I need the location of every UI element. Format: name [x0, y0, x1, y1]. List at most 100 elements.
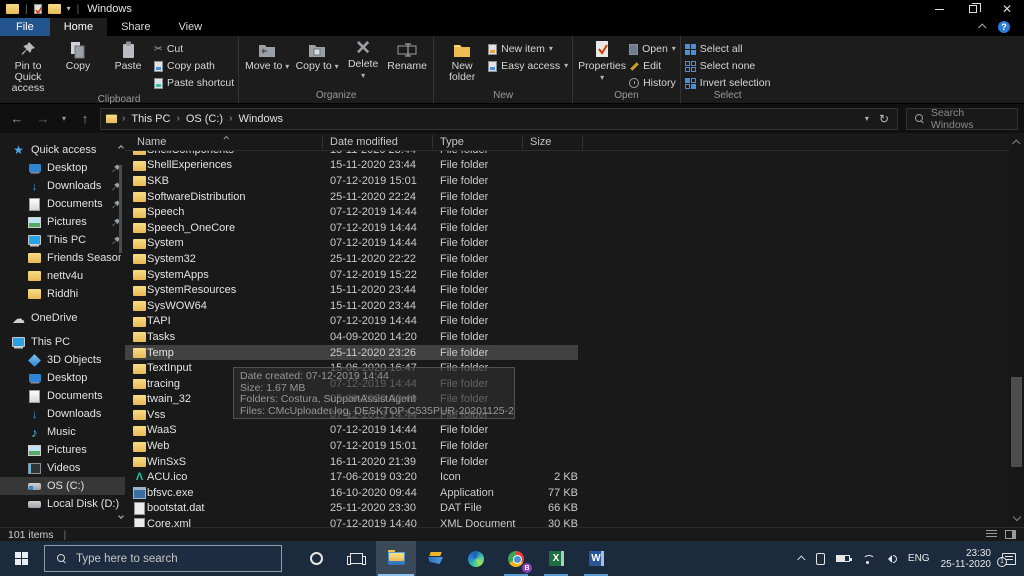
paste-button[interactable]: Paste — [104, 38, 152, 72]
taskbar-app-app-blue[interactable] — [416, 541, 456, 576]
qat-dropdown-icon[interactable]: ▾ — [67, 5, 71, 13]
forward-button[interactable]: → — [32, 111, 54, 126]
breadcrumb-os-c[interactable]: OS (C:) — [184, 113, 225, 125]
sidebar-item-desktop[interactable]: Desktop — [0, 369, 125, 387]
column-header-name[interactable]: Name — [137, 136, 166, 148]
sidebar-item-pictures[interactable]: Pictures — [0, 441, 125, 459]
file-row-systemresources[interactable]: SystemResources15-11-2020 23:44File fold… — [125, 282, 1024, 298]
breadcrumb[interactable]: › This PC › OS (C:) › Windows ▾ ↻ — [100, 108, 898, 130]
sidebar-item-nettv4u[interactable]: nettv4u — [0, 267, 125, 285]
taskbar-app-word[interactable]: W — [576, 541, 616, 576]
file-row-tasks[interactable]: Tasks04-09-2020 14:20File folder — [125, 329, 1024, 345]
tab-share[interactable]: Share — [107, 18, 164, 36]
tab-home[interactable]: Home — [50, 18, 107, 36]
file-row-acu-ico[interactable]: ACU.ico17-06-2019 03:20Icon2 KB — [125, 469, 1024, 485]
sidebar-item-documents[interactable]: Documents — [0, 387, 125, 405]
file-row-systemapps[interactable]: SystemApps07-12-2019 15:22File folder — [125, 267, 1024, 283]
taskbar-app-file-explorer[interactable] — [376, 541, 416, 576]
column-header-size[interactable]: Size — [530, 136, 551, 148]
device-icon[interactable] — [816, 553, 825, 565]
breadcrumb-windows[interactable]: Windows — [236, 113, 285, 125]
cut-button[interactable]: ✂Cut — [154, 42, 234, 56]
minimize-button[interactable] — [922, 0, 956, 18]
sidebar-item-pictures[interactable]: Pictures — [0, 213, 125, 231]
file-row-core-xml[interactable]: Core.xml07-12-2019 14:40XML Document30 K… — [125, 516, 1024, 527]
file-row-bootstat-dat[interactable]: bootstat.dat25-11-2020 23:30DAT File66 K… — [125, 501, 1024, 517]
taskbar-app-edge[interactable] — [456, 541, 496, 576]
column-header-type[interactable]: Type — [440, 136, 464, 148]
file-row-tapi[interactable]: TAPI07-12-2019 14:44File folder — [125, 314, 1024, 330]
start-button[interactable] — [0, 541, 44, 576]
select-none-button[interactable]: Select none — [685, 59, 771, 73]
qat-new-folder-icon[interactable] — [48, 3, 61, 16]
recent-locations-icon[interactable]: ▾ — [58, 114, 70, 123]
list-scrollbar[interactable] — [1009, 133, 1024, 527]
easy-access-button[interactable]: Easy access ▾ — [488, 59, 568, 73]
taskbar-app-task-view[interactable] — [336, 541, 376, 576]
qat-properties-icon[interactable] — [34, 4, 42, 14]
sidebar-item-downloads[interactable]: Downloads — [0, 177, 125, 195]
properties-button[interactable]: Properties▾ — [577, 38, 627, 83]
new-folder-button[interactable]: New folder — [438, 38, 486, 83]
file-row-shellexperiences[interactable]: ShellExperiences15-11-2020 23:44File fol… — [125, 158, 1024, 174]
move-to-button[interactable]: Move to ▾ — [243, 38, 291, 72]
tab-view[interactable]: View — [164, 18, 216, 36]
copy-to-button[interactable]: Copy to ▾ — [293, 38, 341, 72]
search-input[interactable]: Search Windows — [906, 108, 1018, 130]
file-row-bfsvc-exe[interactable]: bfsvc.exe16-10-2020 09:44Application77 K… — [125, 485, 1024, 501]
new-item-button[interactable]: New item ▾ — [488, 42, 568, 56]
file-row-waas[interactable]: WaaS07-12-2019 14:44File folder — [125, 423, 1024, 439]
breadcrumb-this-pc[interactable]: This PC — [129, 113, 172, 125]
sidebar-item-3d-objects[interactable]: 3D Objects — [0, 351, 125, 369]
taskbar-app-browser-b[interactable]: B — [496, 541, 536, 576]
file-row-shellcomponents[interactable]: ShellComponents15-11-2020 23:44File fold… — [125, 151, 1024, 158]
volume-icon[interactable] — [886, 555, 897, 563]
sidebar-item-onedrive[interactable]: OneDrive — [0, 309, 125, 327]
close-button[interactable]: ✕ — [990, 0, 1024, 18]
delete-button[interactable]: ✕ Delete▾ — [343, 38, 383, 81]
large-icons-view-button[interactable] — [1005, 530, 1016, 539]
sidebar-item-friends-season-3[interactable]: Friends Season 3 — [0, 249, 125, 267]
address-dropdown-icon[interactable]: ▾ — [865, 115, 869, 123]
tab-file[interactable]: File — [0, 18, 50, 36]
file-row-winsxs[interactable]: WinSxS16-11-2020 21:39File folder — [125, 454, 1024, 470]
notification-center-icon[interactable]: 1 — [1002, 553, 1016, 565]
battery-icon[interactable] — [836, 555, 850, 562]
sidebar-item-documents[interactable]: Documents — [0, 195, 125, 213]
tray-expand-icon[interactable] — [797, 555, 805, 563]
sidebar-item-os-c[interactable]: OS (C:) — [0, 477, 125, 495]
sidebar-item-music[interactable]: Music — [0, 423, 125, 441]
help-icon[interactable]: ? — [998, 21, 1010, 33]
file-row-web[interactable]: Web07-12-2019 15:01File folder — [125, 438, 1024, 454]
file-row-syswow64[interactable]: SysWOW6415-11-2020 23:44File folder — [125, 298, 1024, 314]
wifi-icon[interactable] — [861, 554, 875, 564]
invert-selection-button[interactable]: Invert selection — [685, 76, 771, 90]
list-scrollbar-thumb[interactable] — [1011, 377, 1022, 467]
sidebar-item-local-disk-d[interactable]: Local Disk (D:) — [0, 495, 125, 513]
language-indicator[interactable]: ENG — [908, 553, 930, 564]
file-row-system32[interactable]: System3225-11-2020 22:22File folder — [125, 251, 1024, 267]
copy-path-button[interactable]: Copy path — [154, 59, 234, 73]
file-row-skb[interactable]: SKB07-12-2019 15:01File folder — [125, 173, 1024, 189]
copy-button[interactable]: Copy — [54, 38, 102, 72]
sidebar-item-this-pc[interactable]: This PC — [0, 231, 125, 249]
sidebar-item-riddhi[interactable]: Riddhi — [0, 285, 125, 303]
history-button[interactable]: History — [629, 76, 676, 90]
sidebar-item-quick-access[interactable]: Quick access — [0, 141, 125, 159]
restore-button[interactable] — [956, 0, 990, 18]
sidebar-item-videos[interactable]: Videos — [0, 459, 125, 477]
select-all-button[interactable]: Select all — [685, 42, 771, 56]
file-row-temp[interactable]: Temp25-11-2020 23:26File folder — [125, 345, 578, 361]
sidebar-item-this-pc[interactable]: This PC — [0, 333, 125, 351]
refresh-icon[interactable]: ↻ — [879, 112, 889, 126]
taskbar-app-excel[interactable]: X — [536, 541, 576, 576]
paste-shortcut-button[interactable]: Paste shortcut — [154, 76, 234, 90]
pin-to-quick-access-button[interactable]: Pin to Quick access — [4, 38, 52, 94]
file-row-speech-onecore[interactable]: Speech_OneCore07-12-2019 14:44File folde… — [125, 220, 1024, 236]
column-header-date-modified[interactable]: Date modified — [330, 136, 398, 148]
sidebar-scrollbar[interactable] — [117, 141, 124, 521]
sidebar-item-downloads[interactable]: Downloads — [0, 405, 125, 423]
sidebar-item-desktop[interactable]: Desktop — [0, 159, 125, 177]
back-button[interactable]: ← — [6, 111, 28, 126]
file-row-speech[interactable]: Speech07-12-2019 14:44File folder — [125, 204, 1024, 220]
